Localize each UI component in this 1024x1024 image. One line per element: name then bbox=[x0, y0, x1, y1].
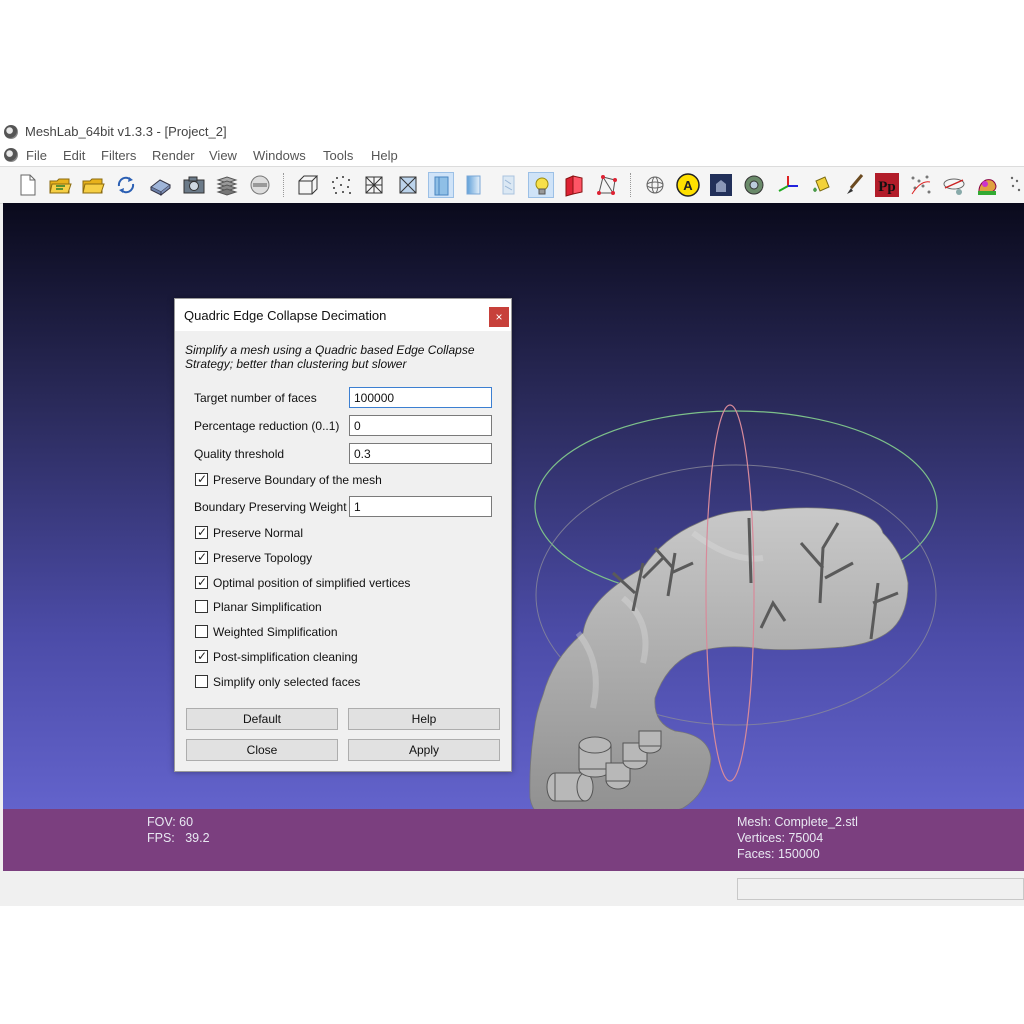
checkbox-box[interactable] bbox=[195, 600, 208, 613]
preserve-boundary-label: Preserve Boundary of the mesh bbox=[213, 473, 382, 487]
checkbox-box[interactable] bbox=[195, 675, 208, 688]
checkbox-box[interactable]: ✓ bbox=[195, 649, 208, 663]
measure-icon[interactable] bbox=[741, 172, 767, 198]
checkbox-box[interactable]: ✓ bbox=[195, 525, 208, 539]
apply-button[interactable]: Apply bbox=[348, 739, 500, 761]
toolbar: A Pp bbox=[0, 166, 1024, 204]
texture-icon[interactable] bbox=[495, 172, 521, 198]
boundary-weight-input[interactable] bbox=[349, 496, 492, 517]
checkbox-box[interactable]: ✓ bbox=[195, 472, 208, 486]
backface-icon[interactable] bbox=[561, 172, 587, 198]
checkmark-icon: ✓ bbox=[197, 649, 208, 663]
percentage-reduction-label: Percentage reduction (0..1) bbox=[194, 419, 340, 433]
menu-file[interactable]: File bbox=[26, 148, 47, 163]
close-icon[interactable]: × bbox=[489, 307, 509, 327]
points-icon[interactable] bbox=[328, 172, 354, 198]
help-button[interactable]: Help bbox=[348, 708, 500, 730]
new-file-icon[interactable] bbox=[14, 172, 40, 198]
brush-icon[interactable] bbox=[841, 172, 867, 198]
optimal-position-label: Optimal position of simplified vertices bbox=[213, 576, 411, 590]
vertex-count: Vertices: 75004 bbox=[737, 831, 824, 845]
checkmark-icon: ✓ bbox=[197, 575, 208, 589]
post-simplification-cleaning-label: Post-simplification cleaning bbox=[213, 650, 358, 664]
flat-shading-icon[interactable] bbox=[428, 172, 454, 198]
meshlab-window: MeshLab_64bit v1.3.3 - [Project_2] File … bbox=[0, 120, 1024, 906]
target-faces-label: Target number of faces bbox=[194, 391, 317, 405]
planar-simplification-label: Planar Simplification bbox=[213, 600, 322, 614]
menu-view[interactable]: View bbox=[209, 148, 237, 163]
weighted-simplification-label: Weighted Simplification bbox=[213, 625, 338, 639]
axes-icon[interactable] bbox=[775, 172, 801, 198]
preserve-normal-label: Preserve Normal bbox=[213, 526, 304, 540]
status-field bbox=[737, 878, 1024, 900]
menu-help[interactable]: Help bbox=[371, 148, 398, 163]
hidden-lines-icon[interactable] bbox=[395, 172, 421, 198]
open-folder-icon[interactable] bbox=[80, 172, 106, 198]
menu-filters[interactable]: Filters bbox=[101, 148, 136, 163]
fps-readout: FPS: 39.2 bbox=[147, 831, 210, 845]
raster-icon[interactable] bbox=[708, 172, 734, 198]
trackball-icon[interactable] bbox=[642, 172, 668, 198]
checkmark-icon: ✓ bbox=[197, 472, 208, 486]
save-icon[interactable] bbox=[147, 172, 173, 198]
smooth-shading-icon[interactable] bbox=[461, 172, 487, 198]
mesh-name: Mesh: Complete_2.stl bbox=[737, 815, 858, 829]
info-overlay: FOV: 60 FPS: 39.2 Mesh: Complete_2.stl V… bbox=[3, 809, 1024, 871]
menu-windows[interactable]: Windows bbox=[253, 148, 306, 163]
title-bar: MeshLab_64bit v1.3.3 - [Project_2] bbox=[0, 120, 1024, 144]
annotation-icon[interactable]: A bbox=[675, 172, 701, 198]
preserve-topology-label: Preserve Topology bbox=[213, 551, 313, 565]
window-title: MeshLab_64bit v1.3.3 - [Project_2] bbox=[25, 124, 227, 139]
camera-icon[interactable] bbox=[941, 172, 967, 198]
menu-render[interactable]: Render bbox=[152, 148, 195, 163]
menu-edit[interactable]: Edit bbox=[63, 148, 85, 163]
layers-icon[interactable] bbox=[214, 172, 240, 198]
snapshot-icon[interactable] bbox=[181, 172, 207, 198]
toolbar-separator bbox=[630, 173, 633, 197]
svg-text:Pp: Pp bbox=[878, 179, 896, 195]
pick-points-icon[interactable]: Pp bbox=[874, 172, 900, 198]
wireframe-icon[interactable] bbox=[361, 172, 387, 198]
dialog-title: Quadric Edge Collapse Decimation bbox=[184, 308, 387, 323]
filter-description: Simplify a mesh using a Quadric based Ed… bbox=[185, 343, 475, 371]
quality-threshold-label: Quality threshold bbox=[194, 447, 285, 461]
dialog-title-bar: Quadric Edge Collapse Decimation × bbox=[175, 299, 511, 331]
toolbar-separator bbox=[283, 173, 286, 197]
decimation-dialog: Quadric Edge Collapse Decimation × Simpl… bbox=[174, 298, 512, 772]
checkbox-box[interactable]: ✓ bbox=[195, 575, 208, 589]
3d-viewport[interactable] bbox=[3, 203, 1024, 870]
bbox-icon[interactable] bbox=[295, 172, 321, 198]
document-menu-icon[interactable] bbox=[4, 148, 18, 162]
default-button[interactable]: Default bbox=[186, 708, 338, 730]
import-raster-icon[interactable] bbox=[247, 172, 273, 198]
reference-icon[interactable] bbox=[1007, 172, 1024, 198]
boundary-weight-label: Boundary Preserving Weight bbox=[194, 500, 347, 514]
reload-icon[interactable] bbox=[113, 172, 139, 198]
selected-faces-only-label: Simplify only selected faces bbox=[213, 675, 361, 689]
checkmark-icon: ✓ bbox=[197, 550, 208, 564]
percentage-reduction-input[interactable] bbox=[349, 415, 492, 436]
checkbox-box[interactable] bbox=[195, 625, 208, 638]
menu-tools[interactable]: Tools bbox=[323, 148, 353, 163]
mesh-render bbox=[529, 404, 938, 827]
menu-bar: File Edit Filters Render View Windows To… bbox=[0, 144, 1024, 166]
selected-faces-icon[interactable] bbox=[594, 172, 620, 198]
status-bar bbox=[0, 872, 1024, 906]
fov-readout: FOV: 60 bbox=[147, 815, 194, 829]
close-button[interactable]: Close bbox=[186, 739, 338, 761]
face-count: Faces: 150000 bbox=[737, 847, 820, 861]
target-faces-input[interactable] bbox=[349, 387, 492, 408]
meshlab-logo-icon bbox=[4, 125, 18, 139]
checkbox-box[interactable]: ✓ bbox=[195, 550, 208, 564]
paint-bucket-icon[interactable] bbox=[808, 172, 834, 198]
lighting-icon[interactable] bbox=[528, 172, 554, 198]
quality-threshold-input[interactable] bbox=[349, 443, 492, 464]
svg-text:A: A bbox=[683, 178, 693, 193]
align-icon[interactable] bbox=[908, 172, 934, 198]
checkmark-icon: ✓ bbox=[197, 525, 208, 539]
color-picker-icon[interactable] bbox=[974, 172, 1000, 198]
open-project-icon[interactable] bbox=[47, 172, 73, 198]
